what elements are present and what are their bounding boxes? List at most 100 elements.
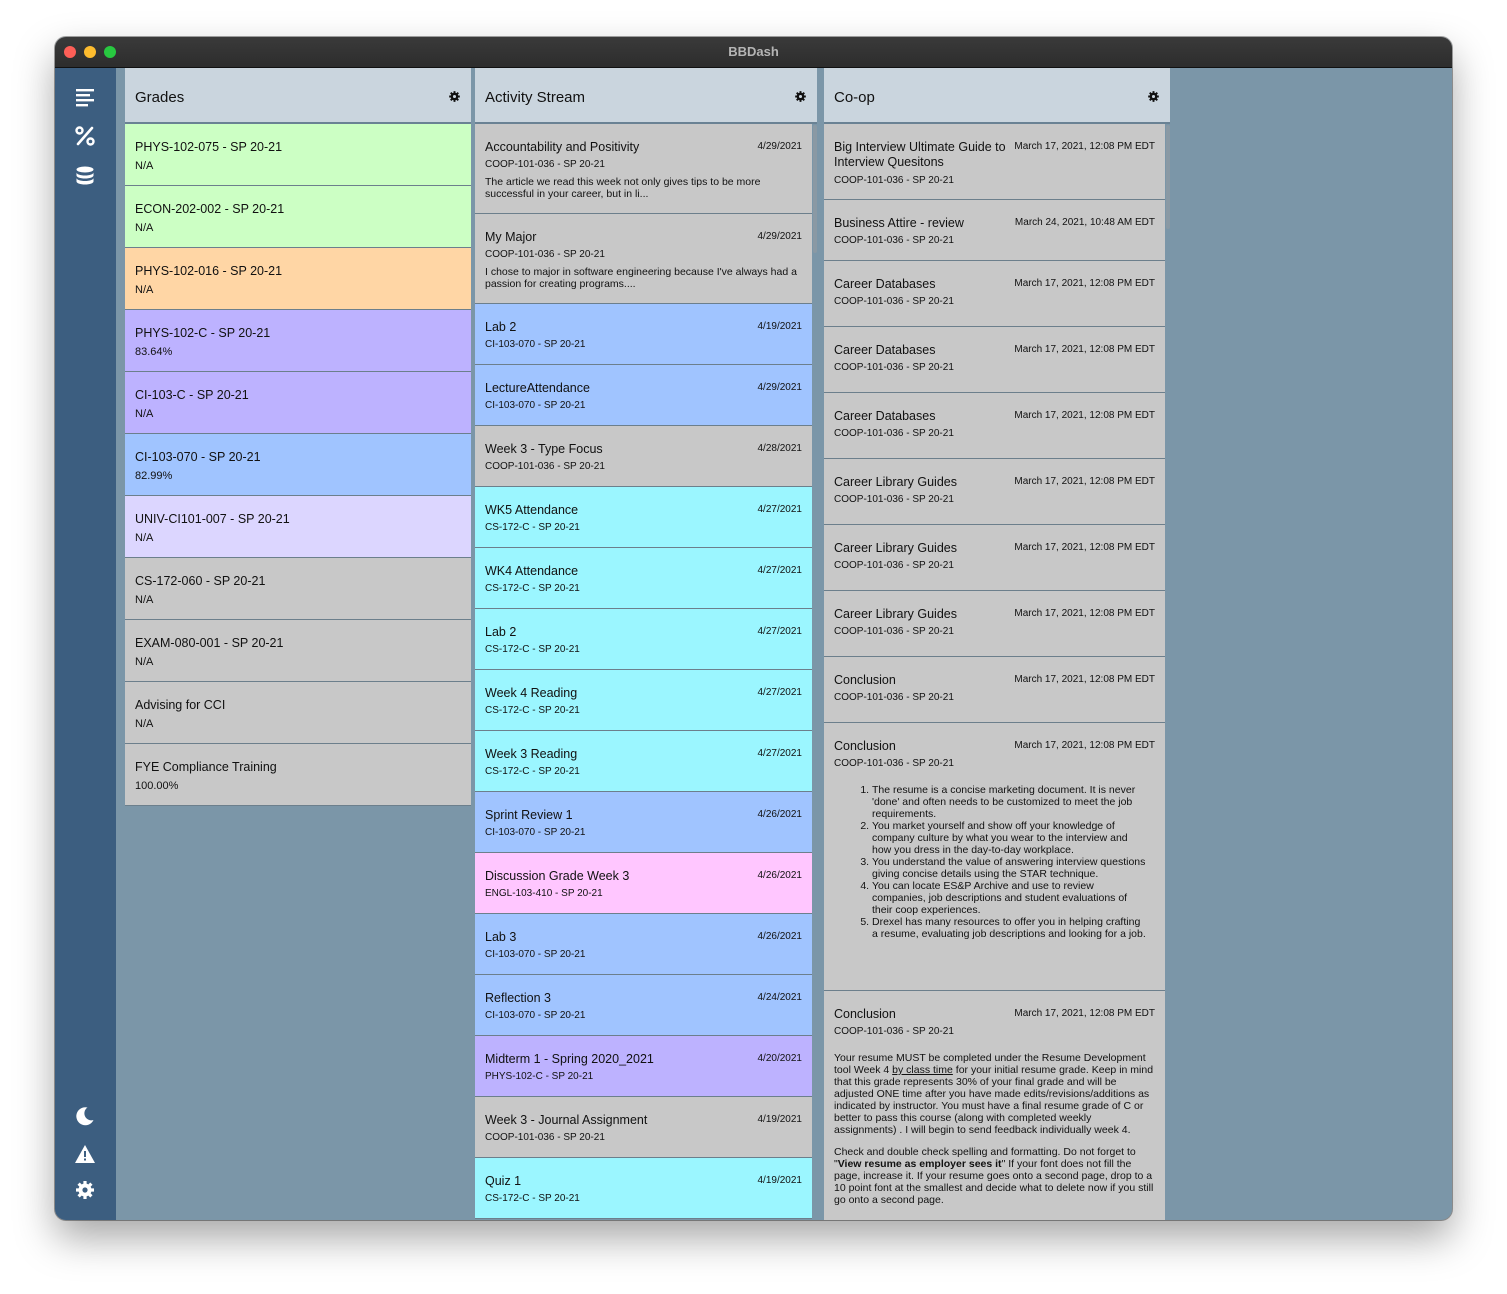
coop-row[interactable]: Career Library Guides March 17, 2021, 12:… [824,459,1165,525]
coop-title: Career Databases [834,409,936,423]
activity-row[interactable]: Lab 3 4/26/2021 CI-103-070 - SP 20-21 [475,914,812,975]
activity-date: 4/19/2021 [757,321,803,332]
activity-row[interactable]: Week 4 Reading 4/27/2021 CS-172-C - SP 20-… [475,670,812,731]
activity-row[interactable]: Sprint Review 1 4/26/2021 CI-103-070 - SP … [475,792,812,853]
activity-row[interactable]: Lab 2 4/19/2021 CI-103-070 - SP 20-21 [475,304,812,365]
activity-course: COOP-101-036 - SP 20-21 [485,1132,605,1143]
class-time-link[interactable]: by class time [892,1064,953,1076]
grade-row[interactable]: PHYS-102-C - SP 20-21 83.64% [125,310,471,372]
activity-title: WK5 Attendance [485,503,579,517]
gear-icon[interactable] [448,90,461,103]
grade-row[interactable]: ECON-202-002 - SP 20-21 N/A [125,186,471,248]
coop-paragraph: Your resume MUST be completed under the … [834,1052,1155,1136]
panel-title: Activity Stream [485,89,586,106]
activity-date: 4/24/2021 [757,992,803,1003]
grade-row[interactable]: EXAM-080-001 - SP 20-21 N/A [125,620,471,682]
list-icon[interactable] [74,86,96,108]
coop-date: March 17, 2021, 12:08 PM EDT [1014,344,1155,355]
activity-row[interactable]: Reflection 3 4/24/2021 CI-103-070 - SP 20-… [475,975,812,1036]
gear-icon[interactable] [794,90,807,103]
activity-title: Sprint Review 1 [485,808,573,822]
coop-row[interactable]: Conclusion March 17, 2021, 12:08 PM EDT CO… [824,723,1165,991]
gear-icon[interactable] [1147,90,1160,103]
coop-row[interactable]: Conclusion March 17, 2021, 12:08 PM EDT CO… [824,657,1165,723]
course-name: CI-103-070 - SP 20-21 [135,450,261,464]
activity-list: Accountability and Positivity 4/29/2021 CO… [475,124,812,1219]
course-name: CI-103-C - SP 20-21 [135,388,249,402]
grade-row[interactable]: FYE Compliance Training 100.00% [125,744,471,806]
coop-date: March 17, 2021, 12:08 PM EDT [1014,141,1155,152]
moon-icon[interactable] [74,1105,96,1127]
coop-title: Conclusion [834,673,896,687]
coop-title: Big Interview Ultimate Guide to Intervie… [834,140,1006,169]
coop-course: COOP-101-036 - SP 20-21 [834,626,954,637]
grades-panel: Grades PHYS-102-075 - SP 20-21 N/A ECON-20… [125,68,471,1220]
sidebar [55,68,116,1220]
activity-row[interactable]: WK4 Attendance 4/27/2021 CS-172-C - SP 20-… [475,548,812,609]
coop-list-item: You understand the value of answering in… [872,856,1147,880]
coop-row[interactable]: Career Databases March 17, 2021, 12:08 PM… [824,393,1165,459]
grade-row[interactable]: CI-103-C - SP 20-21 N/A [125,372,471,434]
coop-body: The resume is a concise marketing docume… [834,784,1155,940]
percent-icon[interactable] [74,125,96,147]
activity-title: LectureAttendance [485,381,590,395]
grade-value: N/A [135,594,154,606]
coop-title: Business Attire - review [834,216,964,230]
settings-icon[interactable] [74,1179,96,1201]
coop-date: March 17, 2021, 12:08 PM EDT [1014,542,1155,553]
coop-list-item: You market yourself and show off your kn… [872,820,1147,856]
panel-title: Grades [135,89,185,106]
activity-row[interactable]: Accountability and Positivity 4/29/2021 CO… [475,124,812,214]
activity-course: CI-103-070 - SP 20-21 [485,1010,586,1021]
course-name: UNIV-CI101-007 - SP 20-21 [135,512,290,526]
grade-row[interactable]: PHYS-102-075 - SP 20-21 N/A [125,124,471,186]
grade-row[interactable]: CI-103-070 - SP 20-21 82.99% [125,434,471,496]
coop-date: March 17, 2021, 12:08 PM EDT [1014,740,1155,751]
coop-title: Career Library Guides [834,475,957,489]
coop-row[interactable]: Big Interview Ultimate Guide to Intervie… [824,124,1165,200]
coop-row[interactable]: Business Attire - review March 24, 2021, … [824,200,1165,261]
activity-course: CS-172-C - SP 20-21 [485,766,580,777]
activity-row[interactable]: Week 3 Reading 4/27/2021 CS-172-C - SP 20-… [475,731,812,792]
grade-row[interactable]: Advising for CCI N/A [125,682,471,744]
activity-row[interactable]: Discussion Grade Week 3 4/26/2021 ENGL-103… [475,853,812,914]
coop-row[interactable]: Career Databases March 17, 2021, 12:08 PM… [824,261,1165,327]
coop-course: COOP-101-036 - SP 20-21 [834,235,954,246]
coop-row[interactable]: Career Library Guides March 17, 2021, 12:… [824,525,1165,591]
activity-title: Midterm 1 - Spring 2020_2021 [485,1052,654,1066]
coop-row[interactable]: Career Databases March 17, 2021, 12:08 PM… [824,327,1165,393]
activity-panel: Activity Stream Accountability and Posit… [475,68,817,1220]
activity-title: Lab 2 [485,320,517,334]
database-icon[interactable] [74,165,96,187]
coop-row[interactable]: Conclusion March 17, 2021, 12:08 PM EDT CO… [824,991,1165,1220]
grade-row[interactable]: CS-172-060 - SP 20-21 N/A [125,558,471,620]
activity-row[interactable]: Quiz 1 4/19/2021 CS-172-C - SP 20-21 [475,1158,812,1219]
activity-row[interactable]: Week 3 - Journal Assignment 4/19/2021 COOP… [475,1097,812,1158]
activity-scrollbar[interactable] [813,125,817,253]
coop-row[interactable]: Career Library Guides March 17, 2021, 12:… [824,591,1165,657]
activity-row[interactable]: Lab 2 4/27/2021 CS-172-C - SP 20-21 [475,609,812,670]
activity-date: 4/28/2021 [757,443,803,454]
coop-date: March 17, 2021, 12:08 PM EDT [1014,476,1155,487]
activity-date: 4/27/2021 [757,687,803,698]
activity-row[interactable]: Midterm 1 - Spring 2020_2021 4/20/2021 PHY… [475,1036,812,1097]
course-name: CS-172-060 - SP 20-21 [135,574,266,588]
activity-row[interactable]: LectureAttendance 4/29/2021 CI-103-070 - S… [475,365,812,426]
grade-row[interactable]: PHYS-102-016 - SP 20-21 N/A [125,248,471,310]
activity-title: Week 3 - Journal Assignment [485,1113,648,1127]
coop-ordered-list: The resume is a concise marketing docume… [834,784,1155,940]
activity-row[interactable]: WK5 Attendance 4/27/2021 CS-172-C - SP 20-… [475,487,812,548]
coop-header: Co-op [824,68,1170,124]
activity-course: CS-172-C - SP 20-21 [485,522,580,533]
coop-date: March 17, 2021, 12:08 PM EDT [1014,1008,1155,1019]
app-window: BBDash Grades PHYS-102-075 - SP 20-21 N/… [55,37,1452,1220]
activity-row[interactable]: Week 3 - Type Focus 4/28/2021 COOP-101-036… [475,426,812,487]
grade-value: 83.64% [135,346,173,358]
activity-date: 4/27/2021 [757,565,803,576]
coop-course: COOP-101-036 - SP 20-21 [834,560,954,571]
coop-scrollbar[interactable] [1166,125,1170,229]
warning-icon[interactable] [74,1143,96,1165]
activity-row[interactable]: My Major 4/29/2021 COOP-101-036 - SP 20-21… [475,214,812,304]
grades-header: Grades [125,68,471,124]
grade-row[interactable]: UNIV-CI101-007 - SP 20-21 N/A [125,496,471,558]
